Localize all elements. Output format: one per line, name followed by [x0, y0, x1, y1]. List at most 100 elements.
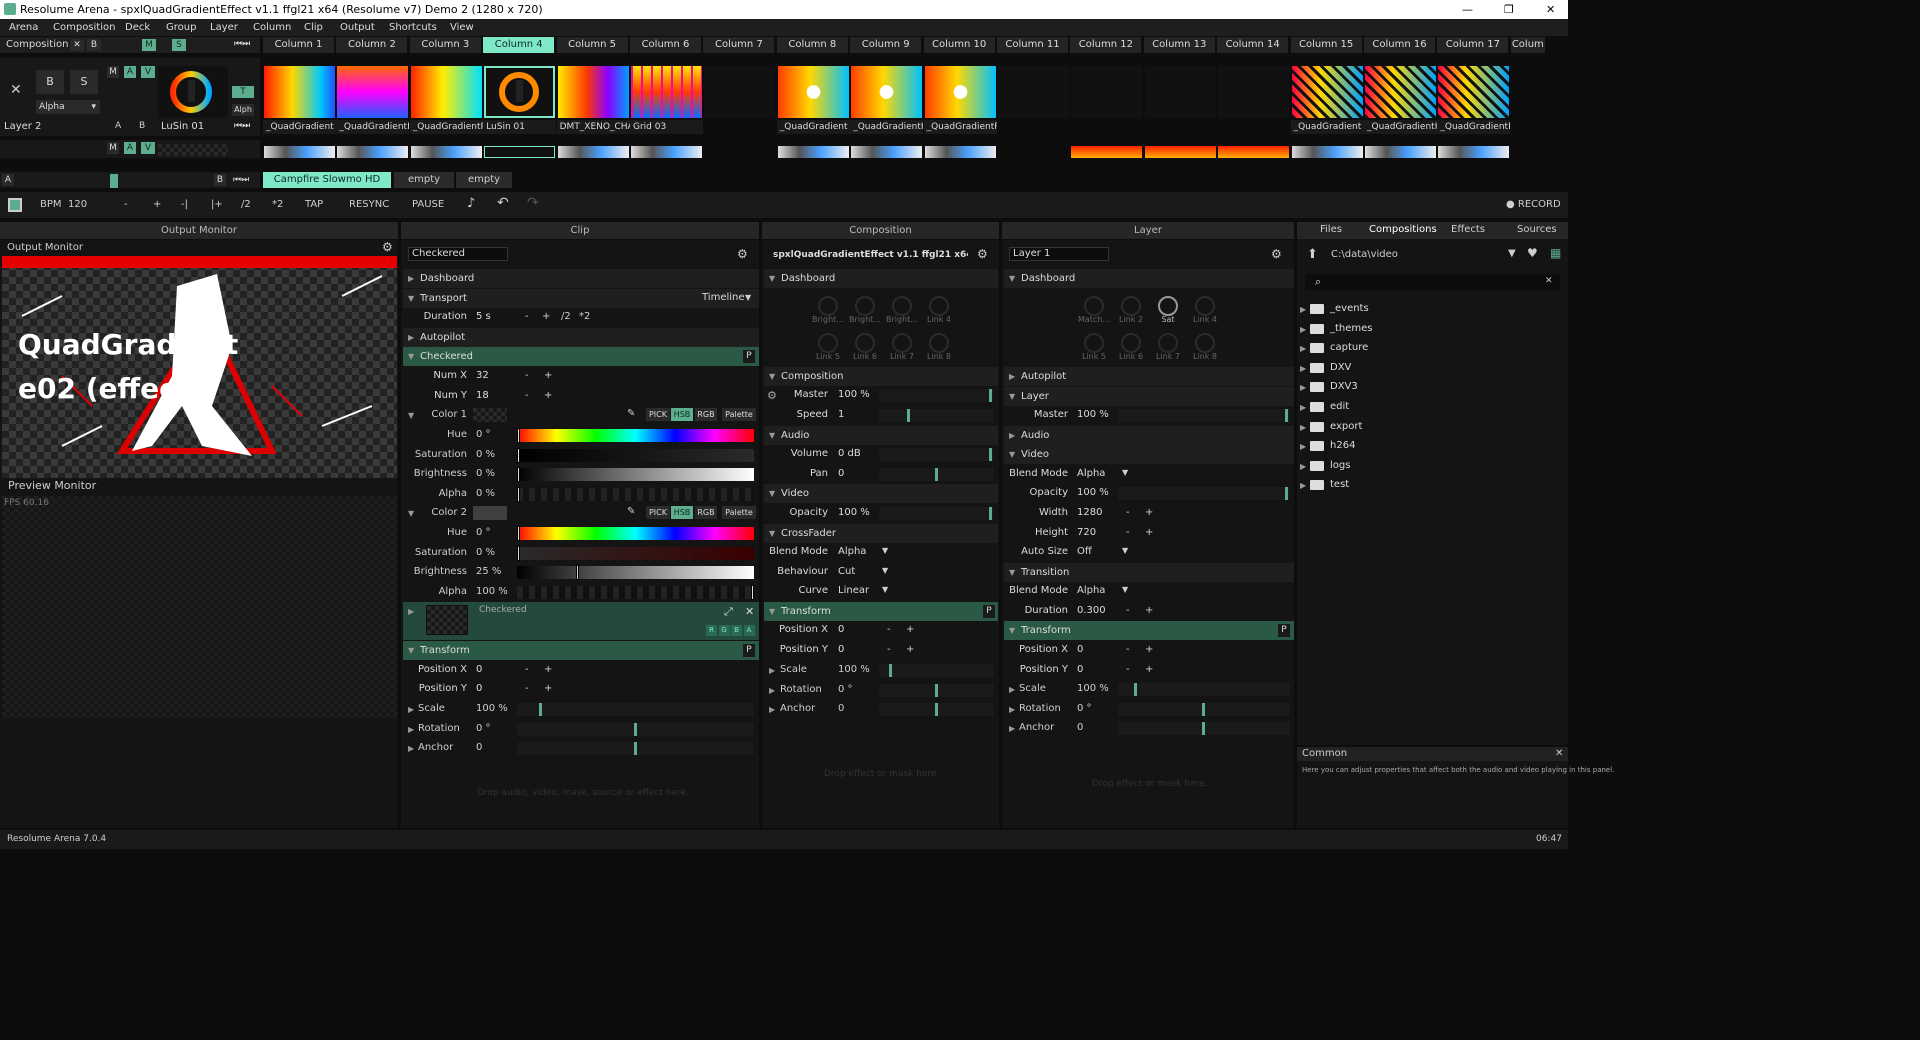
tab-effects[interactable]: Effects [1451, 224, 1485, 235]
color1-rgb-button[interactable]: RGB [695, 408, 717, 421]
layer-knob-7[interactable] [1158, 333, 1178, 353]
color2-bri-value[interactable]: 25 % [476, 566, 501, 577]
layer-transition-blend-value[interactable]: Alpha [1077, 585, 1105, 596]
composition-mute-button[interactable]: M [142, 39, 156, 51]
clip-thumbnail-2[interactable] [337, 66, 409, 118]
color2-eyedropper-icon[interactable]: ✎ [627, 506, 635, 517]
layer-knob-8[interactable] [1195, 333, 1215, 353]
transport-mode-chevron-icon[interactable]: ▼ [745, 293, 751, 302]
layer1-clip-strip-1[interactable] [264, 146, 335, 158]
color1-bri-value[interactable]: 0 % [476, 468, 495, 479]
column-header-7[interactable]: Column 7 [703, 37, 776, 53]
layer-transition-duration-value[interactable]: 0.300 [1077, 605, 1106, 616]
layer-auto-size-chevron-down-icon[interactable]: ▼ [1122, 546, 1128, 555]
layer-transition-duration-minus-button[interactable]: - [1126, 605, 1130, 616]
layer-blend-mode-chevron-down-icon[interactable]: ▼ [1122, 468, 1128, 477]
color2-hue-slider-handle[interactable] [517, 526, 520, 541]
color1-sat-slider[interactable] [517, 447, 754, 463]
metronome-square-icon[interactable] [8, 198, 22, 212]
clip-thumbnail-9[interactable] [851, 66, 923, 118]
comp-behaviour-chevron-down-icon[interactable]: ▼ [882, 566, 888, 575]
clip-thumbnail-6[interactable] [631, 66, 702, 118]
clip-thumbnail-7[interactable] [704, 66, 776, 118]
layer-dashboard-section[interactable]: ▼ Dashboard [1004, 269, 1294, 288]
maximize-button[interactable]: ❐ [1504, 3, 1514, 16]
comp-rotation-chevron-icon[interactable]: ▶ [769, 686, 775, 695]
layer-opacity-slider[interactable] [1118, 487, 1290, 500]
menu-arena[interactable]: Arena [9, 22, 38, 33]
layer-opacity-slider-handle[interactable] [1285, 487, 1288, 500]
layer-skip-icon[interactable]: ⏮⏭ [234, 121, 250, 131]
bpm-minus-button[interactable]: - [124, 199, 128, 210]
menu-layer[interactable]: Layer [210, 22, 238, 33]
record-button[interactable]: ● RECORD [1506, 199, 1561, 210]
source-close-icon[interactable]: ✕ [745, 605, 754, 618]
layer-knob-3[interactable] [1158, 296, 1178, 316]
layer-blend-select[interactable]: Alpha ▾ [36, 100, 100, 114]
comp-rotation-slider[interactable] [879, 683, 994, 697]
clip-thumbnail-13[interactable] [1144, 66, 1216, 118]
num-x-minus-button[interactable]: - [525, 370, 529, 381]
folder-expand-icon-8[interactable]: ▶ [1300, 442, 1306, 451]
duration-plus-button[interactable]: + [542, 311, 550, 322]
folder-item-5[interactable]: DXV3 [1330, 381, 1358, 392]
clip-anchor-value[interactable]: 0 [476, 742, 482, 753]
rgba-channel-b-button[interactable]: B [731, 625, 742, 636]
layer-position-x-minus-button[interactable]: - [1126, 644, 1130, 655]
metronome-icon[interactable]: ♪ [467, 196, 475, 211]
layer-rotation-slider[interactable] [1118, 702, 1290, 716]
folder-item-4[interactable]: DXV [1330, 362, 1351, 373]
layer-position-y-value[interactable]: 0 [1077, 664, 1083, 675]
color2-sat-slider[interactable] [517, 545, 754, 561]
clip-scale-slider-handle[interactable] [539, 703, 542, 716]
clip-thumbnail-16[interactable] [1365, 66, 1436, 118]
layer-layer-section[interactable]: ▼ Layer [1004, 387, 1294, 406]
color2-alpha-value[interactable]: 100 % [476, 586, 508, 597]
layer-scale-slider[interactable] [1118, 683, 1290, 696]
layer1-clip-strip-17[interactable] [1438, 146, 1510, 158]
color1-bri-slider[interactable] [517, 467, 754, 482]
deck-tab-empty-2[interactable]: empty [456, 172, 512, 188]
color2-rgb-button[interactable]: RGB [695, 506, 717, 519]
clip-scale-slider[interactable] [517, 703, 754, 716]
layer-name-input[interactable]: Layer 1 [1009, 247, 1109, 261]
common-close-icon[interactable]: ✕ [1555, 748, 1563, 759]
composition-name[interactable]: spxlQuadGradientEffect v1.1 ffgl21 x64 (… [773, 250, 968, 260]
clip-autopilot-section[interactable]: ▶ Autopilot [403, 328, 759, 347]
num-x-value[interactable]: 32 [476, 370, 489, 381]
comp-opacity-slider-handle[interactable] [989, 507, 992, 520]
composition-bypass-button[interactable]: B [87, 39, 101, 51]
layer-position-y-minus-button[interactable]: - [1126, 664, 1130, 675]
layer1-clip-strip-12[interactable] [1071, 146, 1143, 158]
layer-current-clip-thumbnail[interactable] [158, 66, 228, 118]
column-header-16[interactable]: Column 16 [1364, 37, 1436, 53]
clip-thumbnail-12[interactable] [1071, 66, 1143, 118]
comp-speed-value[interactable]: 1 [838, 409, 844, 420]
layer-b-select[interactable]: B [139, 121, 145, 131]
clip-position-y-minus-button[interactable]: - [525, 683, 529, 694]
clip-anchor-chevron-icon[interactable]: ▶ [408, 744, 414, 753]
comp-knob-5[interactable] [818, 333, 838, 353]
source-chevron-icon[interactable]: ▶ [408, 607, 414, 616]
layer-height-plus-button[interactable]: + [1145, 527, 1153, 538]
comp-opacity-slider[interactable] [879, 507, 994, 520]
folder-item-10[interactable]: test [1330, 479, 1349, 490]
layer1-m-button[interactable]: M [107, 142, 119, 154]
tap-button[interactable]: TAP [305, 199, 323, 210]
comp-rotation-value[interactable]: 0 ° [838, 684, 853, 695]
color1-eyedropper-icon[interactable]: ✎ [627, 408, 635, 419]
comp-position-y-plus-button[interactable]: + [906, 644, 914, 655]
comp-position-y-value[interactable]: 0 [838, 644, 844, 655]
layer-v-button[interactable]: V [141, 66, 155, 78]
comp-scale-slider[interactable] [879, 664, 994, 677]
layer-rotation-chevron-icon[interactable]: ▶ [1009, 705, 1015, 714]
comp-crossfader-section[interactable]: ▼ CrossFader [764, 524, 998, 543]
rgba-channel-g-button[interactable]: G [718, 625, 730, 636]
comp-opacity-value[interactable]: 100 % [838, 507, 870, 518]
transport-mode-select[interactable]: Timeline [702, 292, 745, 303]
rgba-channel-r-button[interactable]: R [706, 625, 717, 636]
folder-item-1[interactable]: _events [1330, 303, 1369, 314]
layer-height-value[interactable]: 720 [1077, 527, 1096, 538]
comp-volume-value[interactable]: 0 dB [838, 448, 861, 459]
layer-anchor-slider[interactable] [1118, 722, 1290, 735]
